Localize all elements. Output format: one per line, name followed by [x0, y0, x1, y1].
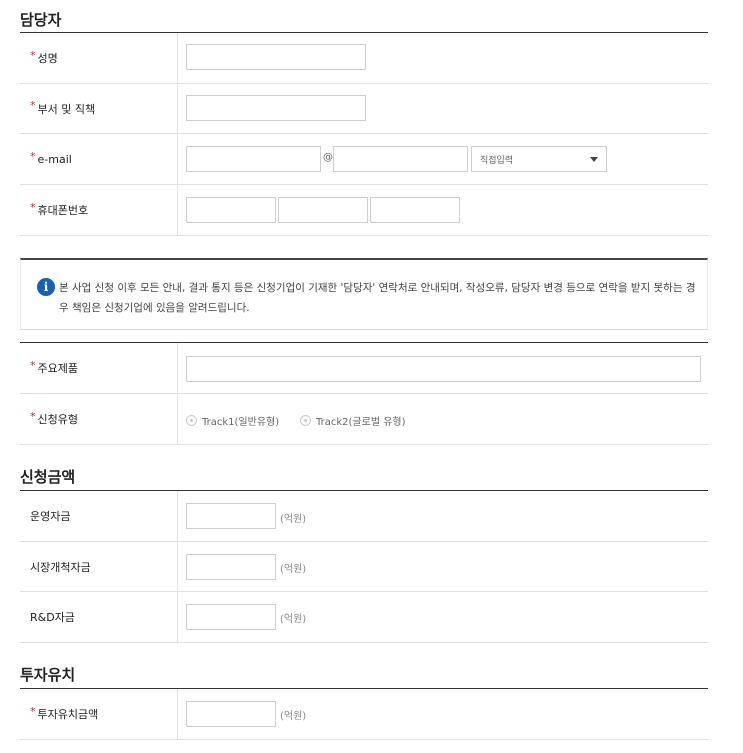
- unit-label: (억원): [280, 514, 307, 525]
- unit-label: (억원): [280, 564, 307, 575]
- mobile-label: * 휴대폰번호: [20, 185, 178, 235]
- rnd-fund-input[interactable]: [186, 604, 276, 630]
- row-apply-type: * 신청유형 Track1(일반유형) Track2(글로벌 유형): [20, 394, 708, 445]
- required-mark: *: [30, 149, 36, 163]
- investment-amount-label: * 투자유치금액: [20, 689, 178, 739]
- email-at-sign: @: [323, 152, 333, 163]
- email-id-input[interactable]: [186, 146, 321, 172]
- radio-circle-icon: [186, 415, 197, 426]
- mobile-part3-input[interactable]: [370, 197, 460, 223]
- chevron-down-icon: [590, 157, 598, 162]
- required-mark: *: [30, 200, 36, 214]
- main-product-label: * 주요제품: [20, 343, 178, 393]
- row-rnd-fund: R&D자금 (억원): [20, 592, 708, 643]
- section-title-contact: 담당자: [20, 11, 62, 29]
- required-mark: *: [30, 358, 36, 372]
- required-mark: *: [30, 48, 36, 62]
- contact-notice-box: i 본 사업 신청 이후 모든 안내, 결과 통지 등은 신청기업이 기재한 '…: [20, 258, 708, 330]
- radio-track2[interactable]: Track2(글로벌 유형): [300, 413, 406, 428]
- radio-track1[interactable]: Track1(일반유형): [186, 413, 279, 428]
- row-market-fund: 시장개척자금 (억원): [20, 542, 708, 592]
- unit-label: (억원): [280, 614, 307, 625]
- rnd-fund-label: R&D자금: [20, 592, 178, 642]
- info-icon: i: [37, 278, 55, 296]
- market-fund-label: 시장개척자금: [20, 542, 178, 591]
- application-form: 담당자 * 성명 * 부서 및 직책 * e-mail @ 직접입력 * 휴대폰번호 i…: [0, 0, 743, 753]
- operating-fund-input[interactable]: [186, 503, 276, 529]
- email-domain-input[interactable]: [333, 146, 468, 172]
- notice-text: 본 사업 신청 이후 모든 안내, 결과 통지 등은 신청기업이 기재한 '담당…: [59, 282, 696, 314]
- unit-label: (억원): [280, 711, 307, 722]
- department-label: * 부서 및 직책: [20, 84, 178, 133]
- email-domain-select[interactable]: 직접입력: [471, 146, 607, 172]
- row-operating-fund: 운영자금 (억원): [20, 491, 708, 542]
- main-product-input[interactable]: [186, 356, 701, 382]
- required-mark: *: [30, 409, 36, 423]
- row-mobile: * 휴대폰번호: [20, 185, 708, 236]
- radio-circle-icon: [300, 415, 311, 426]
- section-title-amount: 신청금액: [20, 468, 76, 486]
- row-name: * 성명: [20, 33, 708, 84]
- apply-type-label: * 신청유형: [20, 394, 178, 444]
- department-input[interactable]: [186, 95, 366, 121]
- operating-fund-label: 운영자금: [20, 491, 178, 541]
- row-email: * e-mail @ 직접입력: [20, 134, 708, 185]
- row-department: * 부서 및 직책: [20, 84, 708, 134]
- mobile-part2-input[interactable]: [278, 197, 368, 223]
- mobile-part1-input[interactable]: [186, 197, 276, 223]
- required-mark: *: [30, 99, 36, 112]
- email-label: * e-mail: [20, 134, 178, 184]
- name-label: * 성명: [20, 33, 178, 83]
- required-mark: *: [30, 704, 36, 718]
- investment-amount-input[interactable]: [186, 701, 276, 727]
- section-title-investment: 투자유치: [20, 666, 76, 684]
- market-fund-input[interactable]: [186, 554, 276, 580]
- row-investment-amount: * 투자유치금액 (억원): [20, 689, 708, 740]
- name-input[interactable]: [186, 44, 366, 70]
- row-main-product: * 주요제품: [20, 343, 708, 394]
